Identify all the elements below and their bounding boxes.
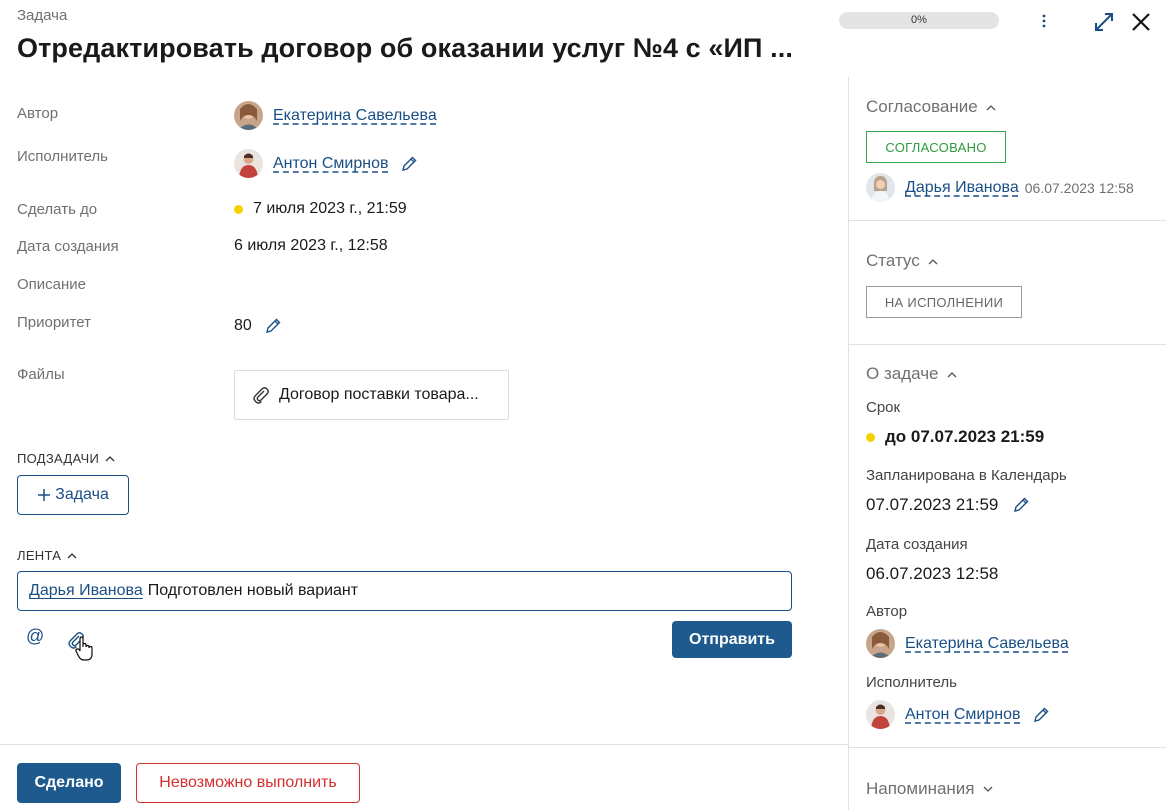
section-divider: [849, 344, 1166, 345]
panel-divider: [848, 77, 849, 810]
about-assignee-link[interactable]: Антон Смирнов: [905, 706, 1020, 724]
page-title: Отредактировать договор об оказании услу…: [17, 33, 793, 63]
more-vertical-icon: [1042, 14, 1046, 28]
avatar: [866, 700, 895, 729]
author-link[interactable]: Екатерина Савельева: [273, 107, 437, 125]
close-icon: [1132, 13, 1150, 31]
add-subtask-label: Задача: [55, 486, 109, 503]
status-heading-label: Статус: [866, 251, 920, 270]
comment-text: Подготовлен новый вариант: [147, 582, 359, 599]
progress-value: 0%: [911, 14, 927, 26]
files-label: Файлы: [17, 366, 65, 383]
subtasks-heading[interactable]: ПОДЗАДАЧИ: [17, 451, 115, 466]
avatar: [866, 173, 895, 202]
comment-input[interactable]: Дарья Иванова Подготовлен новый вариант: [17, 571, 792, 611]
paperclip-icon: [253, 387, 269, 404]
deadline-status-dot: [866, 432, 875, 442]
chevron-up-icon: [986, 104, 996, 110]
close-button[interactable]: [1129, 10, 1153, 34]
reminders-heading-label: Напоминания: [866, 779, 975, 798]
calendar-label: Запланирована в Календарь: [866, 467, 1067, 484]
due-value: 7 июля 2023 г., 21:59: [253, 200, 407, 217]
about-created-value: 06.07.2023 12:58: [866, 564, 999, 583]
cannot-complete-button[interactable]: Невозможно выполнить: [136, 763, 360, 803]
about-heading[interactable]: О задаче: [866, 364, 957, 384]
chevron-down-icon: [983, 786, 992, 792]
avatar: [234, 149, 263, 178]
approval-heading[interactable]: Согласование: [866, 97, 996, 117]
priority-field: 80: [234, 317, 282, 335]
approver-link[interactable]: Дарья Иванова: [905, 179, 1019, 197]
progress-bar: 0%: [839, 12, 999, 29]
approver: Дарья Иванова 06.07.2023 12:58: [866, 173, 1134, 202]
due-label: Сделать до: [17, 201, 98, 218]
about-author: Екатерина Савельева: [866, 629, 1069, 658]
feed-heading[interactable]: ЛЕНТА: [17, 548, 77, 563]
send-button[interactable]: Отправить: [672, 621, 792, 658]
calendar-field: 07.07.2023 21:59: [866, 495, 1030, 515]
pencil-icon[interactable]: [400, 155, 418, 173]
approval-heading-label: Согласование: [866, 97, 978, 116]
done-button[interactable]: Сделано: [17, 763, 121, 803]
chevron-up-icon: [928, 258, 938, 264]
avatar: [234, 101, 263, 130]
task-status-badge: НА ИСПОЛНЕНИИ: [866, 286, 1022, 318]
avatar: [866, 629, 895, 658]
approval-status-badge: СОГЛАСОВАНО: [866, 131, 1006, 163]
chevron-up-icon: [67, 553, 77, 559]
author-label: Автор: [17, 105, 59, 122]
due-field: 7 июля 2023 г., 21:59: [234, 200, 407, 218]
section-divider: [849, 220, 1166, 221]
created-label: Дата создания: [17, 238, 119, 255]
description-label: Описание: [17, 276, 87, 293]
expand-button[interactable]: [1092, 10, 1116, 34]
file-attachment[interactable]: Договор поставки товара...: [234, 370, 509, 420]
pencil-icon[interactable]: [264, 317, 282, 335]
about-assignee: Антон Смирнов: [866, 700, 1050, 729]
status-heading[interactable]: Статус: [866, 251, 938, 271]
footer-divider: [0, 744, 848, 745]
plus-icon: [38, 489, 51, 501]
expand-icon: [1095, 13, 1113, 31]
at-icon[interactable]: @: [26, 626, 44, 647]
file-name: Договор поставки товара...: [279, 386, 479, 403]
deadline-field: до 07.07.2023 21:59: [866, 427, 1044, 447]
deadline-label: Срок: [866, 399, 901, 416]
more-options-button[interactable]: [1035, 10, 1053, 32]
author-field: Екатерина Савельева: [234, 101, 437, 130]
feed-heading-label: ЛЕНТА: [17, 548, 62, 563]
mention-link[interactable]: Дарья Иванова: [29, 582, 143, 600]
add-subtask-button[interactable]: Задача: [17, 475, 129, 515]
approval-time: 06.07.2023 12:58: [1024, 179, 1134, 196]
priority-value: 80: [234, 317, 252, 334]
created-value: 6 июля 2023 г., 12:58: [234, 237, 388, 254]
pencil-icon[interactable]: [1012, 496, 1030, 514]
reminders-heading[interactable]: Напоминания: [866, 779, 993, 799]
assignee-label: Исполнитель: [17, 148, 108, 165]
subtasks-heading-label: ПОДЗАДАЧИ: [17, 451, 100, 466]
pencil-icon[interactable]: [1032, 706, 1050, 724]
chevron-up-icon: [947, 371, 956, 377]
about-assignee-label: Исполнитель: [866, 674, 957, 691]
hand-cursor-icon: [74, 635, 94, 663]
assignee-link[interactable]: Антон Смирнов: [273, 155, 388, 173]
section-divider: [849, 747, 1166, 748]
about-author-link[interactable]: Екатерина Савельева: [905, 635, 1069, 653]
assignee-field: Антон Смирнов: [234, 149, 418, 178]
about-heading-label: О задаче: [866, 364, 939, 383]
task-kind-label: Задача: [17, 7, 68, 24]
due-status-dot: [234, 204, 243, 214]
about-created-label: Дата создания: [866, 536, 968, 553]
about-author-label: Автор: [866, 603, 908, 620]
calendar-value: 07.07.2023 21:59: [866, 495, 999, 514]
priority-label: Приоритет: [17, 314, 91, 331]
chevron-up-icon: [105, 456, 115, 462]
deadline-value: до 07.07.2023 21:59: [885, 427, 1045, 446]
